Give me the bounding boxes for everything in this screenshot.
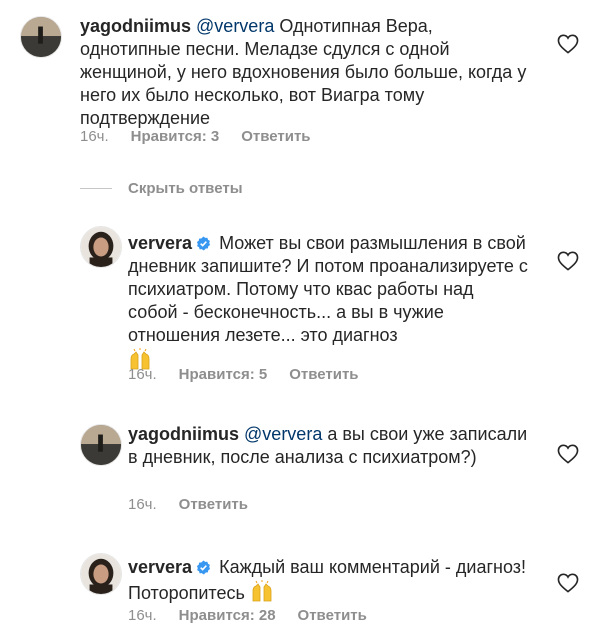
comment-text: yagodniimus @ververa а вы свои уже запис… — [128, 423, 528, 469]
verified-badge-icon — [196, 560, 211, 575]
username[interactable]: yagodniimus — [128, 424, 239, 444]
mention-link[interactable]: @ververa — [244, 424, 322, 444]
reply-button[interactable]: Ответить — [179, 496, 248, 513]
comment-text: ververa Каждый ваш комментарий - диагноз… — [128, 556, 528, 609]
heart-outline-icon — [557, 444, 579, 464]
like-button[interactable] — [557, 573, 579, 593]
comment-meta: 16ч. Нравится: 3 Ответить — [80, 128, 311, 145]
reply-button[interactable]: Ответить — [289, 366, 358, 383]
like-button[interactable] — [557, 34, 579, 54]
comment-meta: 16ч. Нравится: 28 Ответить — [128, 607, 367, 624]
comment-text: ververa Может вы свои размышления в свой… — [128, 232, 528, 377]
reply-button[interactable]: Ответить — [298, 607, 367, 624]
username[interactable]: ververa — [128, 557, 192, 577]
raising-hands-emoji — [250, 579, 274, 609]
avatar[interactable] — [80, 553, 122, 595]
timestamp[interactable]: 16ч. — [80, 128, 109, 145]
heart-outline-icon — [557, 251, 579, 271]
hide-replies-button[interactable]: Скрыть ответы — [80, 180, 243, 197]
reply-button[interactable]: Ответить — [241, 128, 310, 145]
avatar[interactable] — [80, 226, 122, 268]
verified-badge-icon — [196, 236, 211, 251]
heart-outline-icon — [557, 34, 579, 54]
timestamp[interactable]: 16ч. — [128, 366, 157, 383]
likes-count[interactable]: Нравится: 28 — [179, 607, 276, 624]
timestamp[interactable]: 16ч. — [128, 607, 157, 624]
username[interactable]: yagodniimus — [80, 16, 191, 36]
like-button[interactable] — [557, 251, 579, 271]
comment-meta: 16ч. Ответить — [128, 496, 248, 513]
heart-outline-icon — [557, 573, 579, 593]
avatar[interactable] — [20, 16, 62, 58]
likes-count[interactable]: Нравится: 5 — [179, 366, 268, 383]
username[interactable]: ververa — [128, 233, 192, 253]
likes-count[interactable]: Нравится: 3 — [131, 128, 220, 145]
like-button[interactable] — [557, 444, 579, 464]
comment-thread: yagodniimus @ververa Однотипная Вера, од… — [0, 0, 607, 631]
comment-text: yagodniimus @ververa Однотипная Вера, од… — [80, 15, 535, 130]
avatar[interactable] — [80, 424, 122, 466]
mention-link[interactable]: @ververa — [196, 16, 274, 36]
hide-replies-label: Скрыть ответы — [128, 180, 243, 197]
comment-meta: 16ч. Нравится: 5 Ответить — [128, 366, 359, 383]
divider-line — [80, 188, 112, 189]
timestamp[interactable]: 16ч. — [128, 496, 157, 513]
